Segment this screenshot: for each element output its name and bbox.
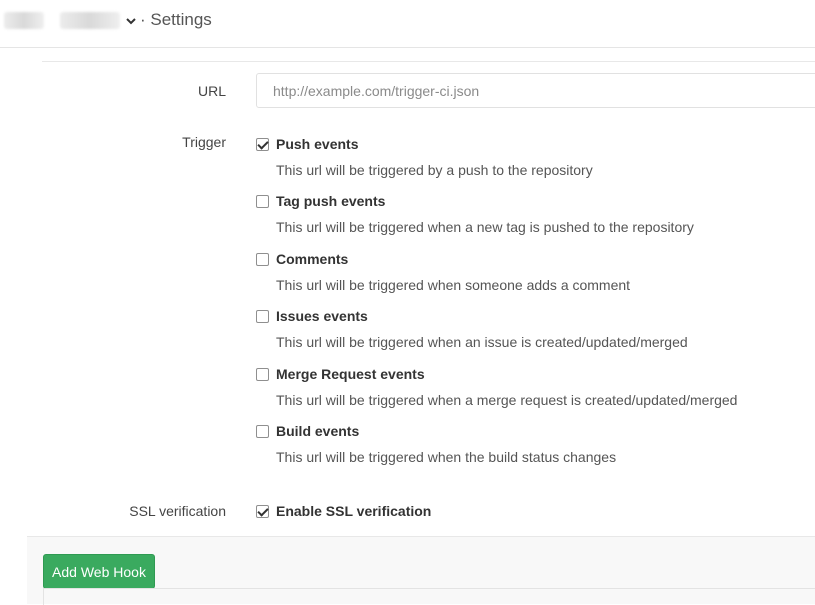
blurred-namespace — [4, 12, 44, 29]
form-actions: Add Web Hook — [27, 536, 815, 605]
build-events-label[interactable]: Build events — [276, 423, 359, 439]
trigger-label: Trigger — [182, 134, 226, 150]
comments-label[interactable]: Comments — [276, 251, 348, 267]
issues-events-checkbox[interactable] — [256, 310, 269, 323]
merge-request-events-help: This url will be triggered when a merge … — [276, 392, 738, 408]
add-web-hook-button[interactable]: Add Web Hook — [43, 554, 155, 589]
ssl-verification-option-label[interactable]: Enable SSL verification — [276, 503, 431, 519]
issues-events-label[interactable]: Issues events — [276, 308, 368, 324]
comments-checkbox[interactable] — [256, 253, 269, 266]
page-title: · Settings — [140, 10, 212, 29]
url-label: URL — [197, 83, 226, 99]
page-header: · Settings — [0, 0, 815, 48]
blurred-project-name[interactable] — [60, 12, 120, 29]
merge-request-events-checkbox[interactable] — [256, 368, 269, 381]
divider — [42, 61, 815, 62]
push-events-label[interactable]: Push events — [276, 136, 358, 152]
merge-request-events-label[interactable]: Merge Request events — [276, 366, 425, 382]
ssl-verification-label: SSL verification — [129, 503, 226, 519]
ssl-verification-checkbox[interactable] — [256, 505, 269, 518]
tag-push-events-checkbox[interactable] — [256, 195, 269, 208]
build-events-help: This url will be triggered when the buil… — [276, 449, 617, 465]
issues-events-help: This url will be triggered when an issue… — [276, 334, 688, 350]
push-events-checkbox[interactable] — [256, 138, 269, 151]
footer-panel — [43, 588, 815, 605]
url-input[interactable] — [256, 73, 815, 108]
push-events-help: This url will be triggered by a push to … — [276, 162, 593, 178]
tag-push-events-help: This url will be triggered when a new ta… — [276, 219, 694, 235]
comments-help: This url will be triggered when someone … — [276, 277, 631, 293]
build-events-checkbox[interactable] — [256, 425, 269, 438]
tag-push-events-label[interactable]: Tag push events — [276, 193, 385, 209]
chevron-down-icon[interactable] — [124, 14, 138, 28]
